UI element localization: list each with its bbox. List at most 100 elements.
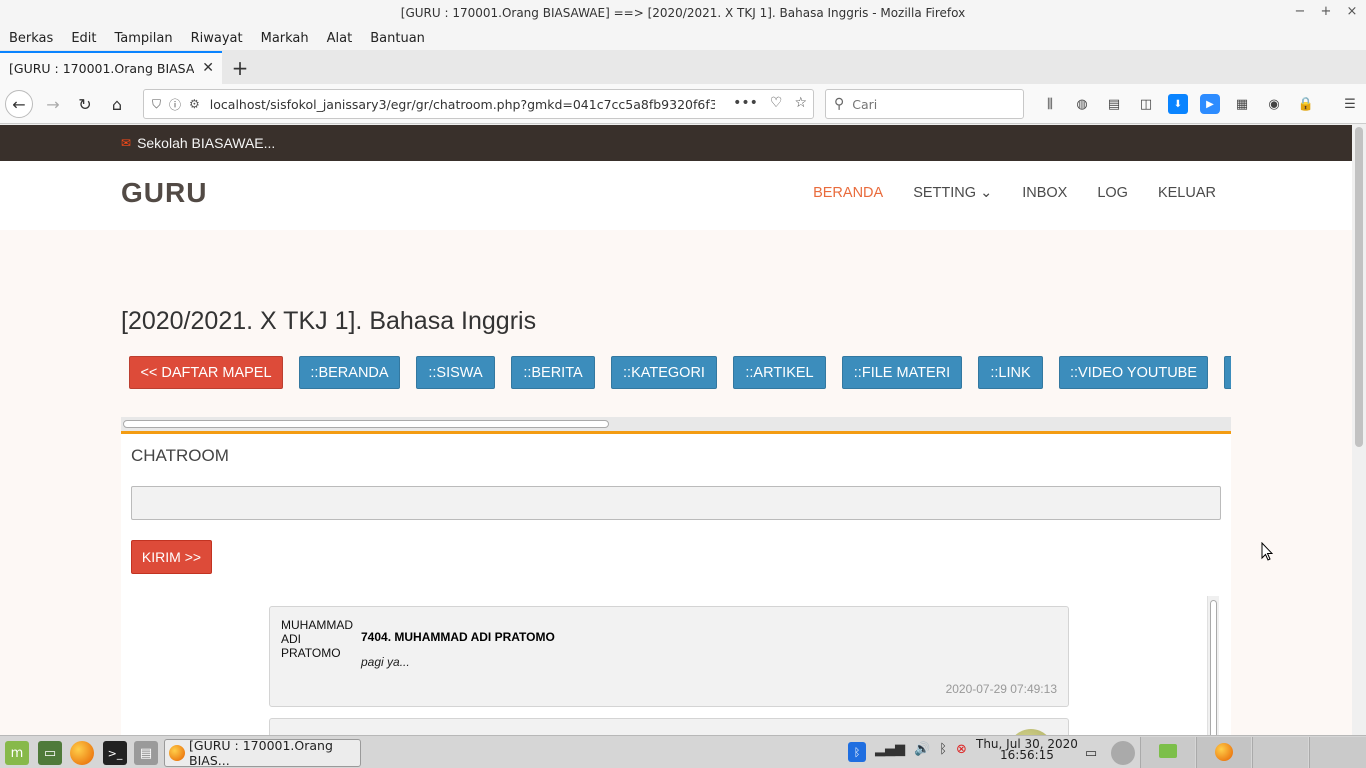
- chat-scrollbar[interactable]: [1207, 596, 1219, 735]
- button-strip-scrollbar[interactable]: [121, 417, 1231, 431]
- page-viewport: ✉ Sekolah BIASAWAE... GURU BERANDA SETTI…: [0, 125, 1352, 735]
- school-name: Sekolah BIASAWAE...: [137, 135, 276, 151]
- download-icon[interactable]: ⬇: [1168, 94, 1188, 114]
- site-logo[interactable]: GURU: [121, 177, 207, 209]
- volume-icon[interactable]: 🔊: [914, 742, 930, 762]
- search-bar[interactable]: ⚲: [825, 89, 1024, 119]
- workspace-3[interactable]: [1252, 737, 1308, 768]
- account-icon[interactable]: ◉: [1264, 94, 1284, 114]
- system-tray: ᛒ ▂▄▆ 🔊 ᛒ ⊗: [848, 742, 967, 762]
- files-icon[interactable]: ▤: [134, 741, 158, 765]
- menu-bantuan[interactable]: Bantuan: [370, 31, 425, 46]
- chat-scrollbar-thumb[interactable]: [1210, 600, 1217, 735]
- send-button[interactable]: KIRIM >>: [131, 540, 212, 574]
- chat-message-input[interactable]: [131, 486, 1221, 520]
- message-sender-short: MUHAMMAD ADI PRATOMO: [281, 618, 353, 660]
- info-icon[interactable]: ⓘ: [169, 96, 181, 113]
- daftar-mapel-button[interactable]: << DAFTAR MAPEL: [129, 356, 283, 389]
- firefox-workspace-icon: [1215, 743, 1233, 761]
- home-icon[interactable]: ⌂: [103, 90, 131, 118]
- site-header: GURU BERANDA SETTING ⌄ INBOX LOG KELUAR: [0, 161, 1352, 230]
- video-youtube-button[interactable]: ::VIDEO YOUTUBE: [1059, 356, 1208, 389]
- mint-menu-icon[interactable]: m: [5, 741, 29, 765]
- window-title: [GURU : 170001.Orang BIASAWAE] ==> [2020…: [400, 6, 966, 20]
- terminal-icon[interactable]: >_: [103, 741, 127, 765]
- menu-berkas[interactable]: Berkas: [9, 31, 53, 46]
- power-icon[interactable]: [1111, 741, 1135, 765]
- menu-button-strip: << DAFTAR MAPEL ::BERANDA ::SISWA ::BERI…: [121, 355, 1231, 395]
- page-scrollbar[interactable]: [1352, 125, 1366, 735]
- nav-log[interactable]: LOG: [1097, 185, 1128, 201]
- nav-setting[interactable]: SETTING ⌄: [913, 185, 992, 201]
- page-actions-icon[interactable]: •••: [733, 95, 758, 111]
- search-input[interactable]: [852, 96, 1013, 112]
- pocket-icon[interactable]: ♡: [770, 95, 783, 111]
- maximize-icon[interactable]: +: [1320, 4, 1332, 19]
- page-scrollbar-thumb[interactable]: [1355, 127, 1363, 447]
- beranda-button[interactable]: ::BERANDA: [299, 356, 400, 389]
- artikel-button[interactable]: ::ARTIKEL: [733, 356, 826, 389]
- workspace-4[interactable]: [1309, 737, 1366, 768]
- tab-close-icon[interactable]: ✕: [202, 60, 214, 76]
- chatroom-panel: CHATROOM KIRIM >> MUHAMMAD ADI PRATOMO 7…: [121, 431, 1231, 735]
- minimize-icon[interactable]: −: [1294, 4, 1306, 19]
- toolbar-icons: ⫼ ◍ ▤ ◫ ⬇ ▶ ▦ ◉ 🔒 ☰: [1040, 94, 1360, 114]
- new-tab-icon[interactable]: +: [230, 56, 250, 80]
- menu-riwayat[interactable]: Riwayat: [191, 31, 243, 46]
- chat-message-partial: [269, 718, 1069, 735]
- clock-time: 16:56:15: [1000, 748, 1054, 762]
- bluetooth-tray-icon[interactable]: ᛒ: [848, 742, 866, 762]
- next-menu-button-partial[interactable]: [1224, 356, 1231, 389]
- berita-button[interactable]: ::BERITA: [511, 356, 595, 389]
- file-materi-button[interactable]: ::FILE MATERI: [842, 356, 962, 389]
- taskbar-firefox-task[interactable]: [GURU : 170001.Orang BIAS...: [164, 738, 361, 768]
- envelope-icon: ✉: [121, 136, 132, 150]
- kategori-button[interactable]: ::KATEGORI: [611, 356, 717, 389]
- url-text[interactable]: localhost/sisfokol_janissary3/egr/gr/cha…: [210, 97, 715, 112]
- workspace-2[interactable]: [1196, 737, 1251, 768]
- globe-icon[interactable]: ◍: [1072, 94, 1092, 114]
- nav-keluar[interactable]: KELUAR: [1158, 185, 1216, 201]
- qr-code-icon[interactable]: ▦: [1232, 94, 1252, 114]
- message-timestamp: 2020-07-29 07:49:13: [945, 682, 1057, 696]
- menu-markah[interactable]: Markah: [261, 31, 309, 46]
- menu-edit[interactable]: Edit: [71, 31, 96, 46]
- nav-inbox[interactable]: INBOX: [1022, 185, 1067, 201]
- menu-alat[interactable]: Alat: [327, 31, 353, 46]
- menu-tampilan[interactable]: Tampilan: [115, 31, 173, 46]
- close-icon[interactable]: ×: [1346, 4, 1358, 19]
- firefox-icon: [169, 745, 185, 761]
- reload-icon[interactable]: ↻: [71, 90, 99, 118]
- permissions-icon[interactable]: ⚙: [189, 97, 200, 111]
- siswa-button[interactable]: ::SISWA: [416, 356, 495, 389]
- scrollbar-thumb[interactable]: [123, 420, 609, 428]
- reader-icon[interactable]: ▤: [1104, 94, 1124, 114]
- battery-icon[interactable]: ▭: [1079, 741, 1103, 765]
- workspace-1[interactable]: [1140, 737, 1195, 768]
- chatroom-title: CHATROOM: [131, 446, 229, 465]
- firefox-launcher-icon[interactable]: [70, 741, 94, 765]
- bookmark-star-icon[interactable]: ☆: [794, 95, 807, 111]
- library-icon[interactable]: ⫼: [1040, 94, 1060, 114]
- zoom-extension-icon[interactable]: ▶: [1200, 94, 1220, 114]
- network-signal-icon[interactable]: ▂▄▆: [875, 742, 905, 762]
- bluetooth-icon[interactable]: ᛒ: [939, 742, 947, 762]
- update-error-icon[interactable]: ⊗: [956, 742, 967, 762]
- hamburger-menu-icon[interactable]: ☰: [1340, 94, 1360, 114]
- sidebar-icon[interactable]: ◫: [1136, 94, 1156, 114]
- link-button[interactable]: ::LINK: [978, 356, 1043, 389]
- shield-icon[interactable]: ⛉: [152, 97, 161, 112]
- url-bar[interactable]: ⛉ ⓘ ⚙ localhost/sisfokol_janissary3/egr/…: [143, 89, 814, 119]
- lock-icon[interactable]: 🔒: [1296, 94, 1316, 114]
- taskbar: m ▭ >_ ▤ [GURU : 170001.Orang BIAS... ᛒ …: [0, 735, 1366, 768]
- chat-message: MUHAMMAD ADI PRATOMO 7404. MUHAMMAD ADI …: [269, 606, 1069, 707]
- page-title: [2020/2021. X TKJ 1]. Bahasa Inggris: [121, 307, 537, 335]
- browser-tab[interactable]: [GURU : 170001.Orang BIASAWAE ✕: [0, 51, 222, 84]
- forward-icon[interactable]: →: [39, 90, 67, 118]
- message-text: pagi ya...: [361, 655, 410, 669]
- clock[interactable]: Thu, Jul 30, 2020 16:56:15: [976, 738, 1078, 762]
- desktop-icon[interactable]: ▭: [38, 741, 62, 765]
- nav-beranda[interactable]: BERANDA: [813, 185, 883, 201]
- back-icon[interactable]: ←: [5, 90, 33, 118]
- tab-title: [GURU : 170001.Orang BIASAWAE: [9, 61, 194, 76]
